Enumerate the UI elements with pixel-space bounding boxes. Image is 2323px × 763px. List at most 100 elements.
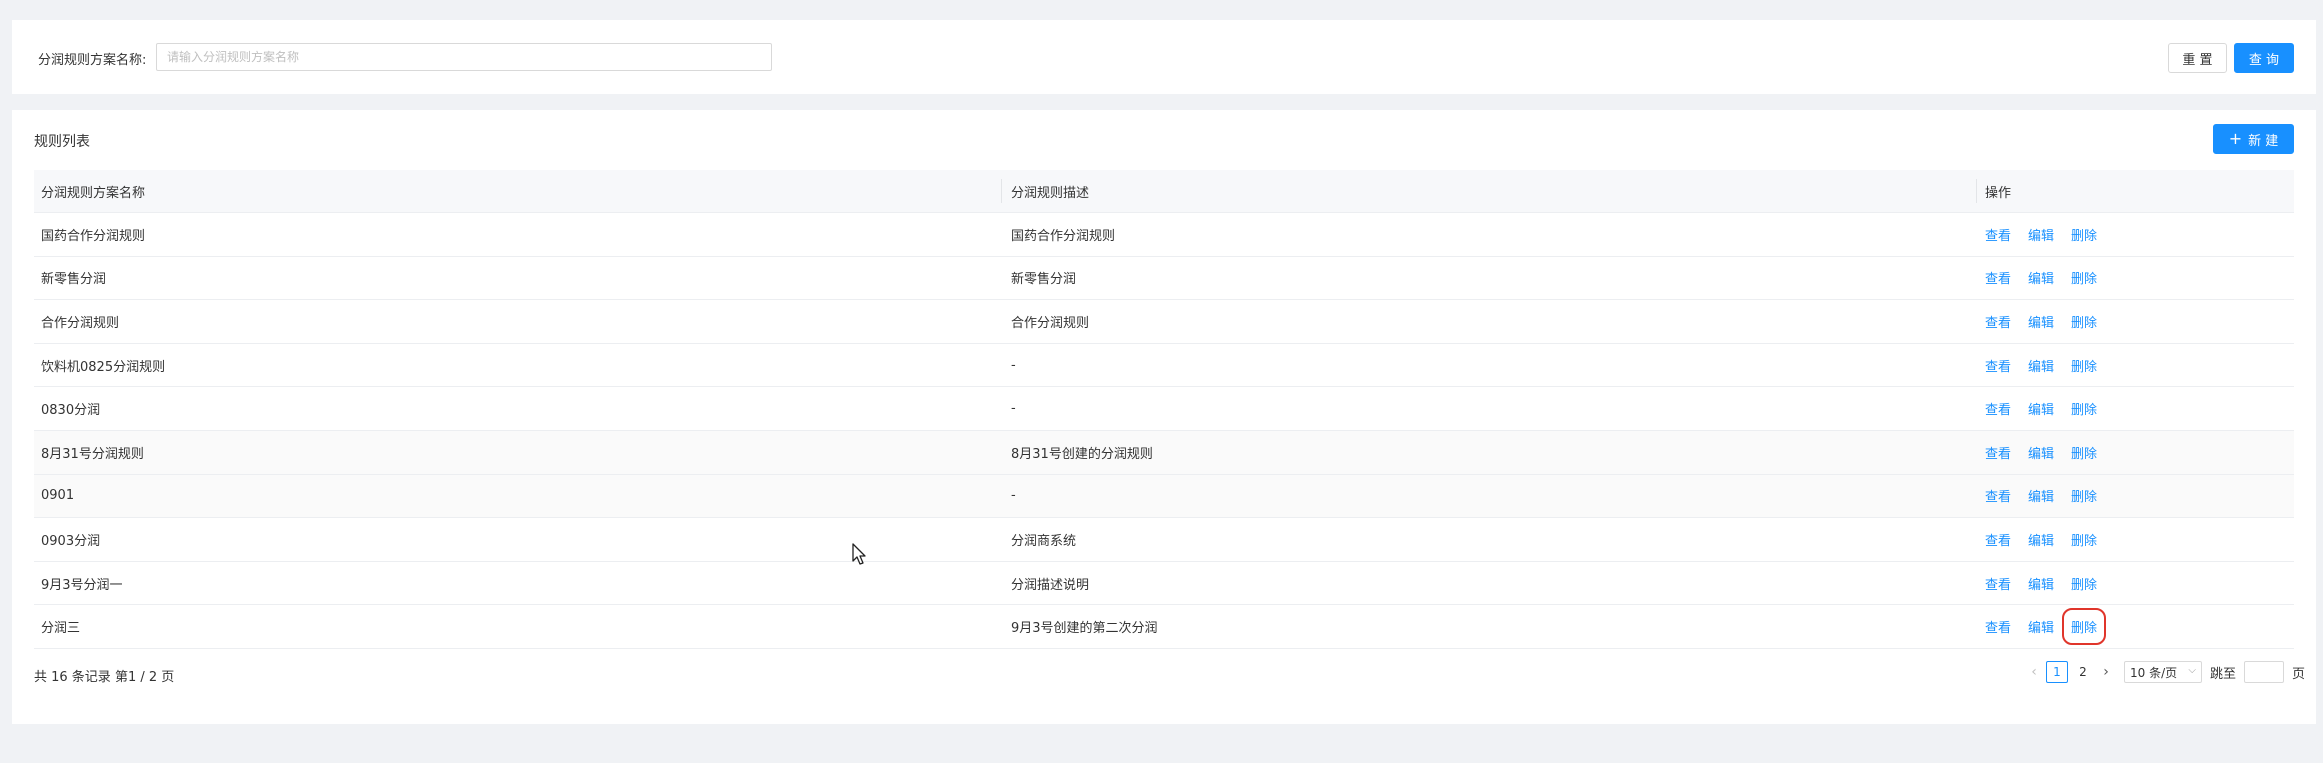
- plus-icon: +: [2228, 129, 2243, 148]
- cell-rule-desc: 9月3号创建的第二次分润: [1011, 621, 1158, 637]
- cell-rule-desc: 分润商系统: [1011, 533, 1077, 549]
- cell-rule-name: 分润三: [41, 621, 81, 637]
- jump-page-input[interactable]: [2244, 661, 2285, 683]
- delete-link[interactable]: 删除: [2071, 443, 2097, 462]
- table-row: 0901 - 查看 编辑 删除: [34, 474, 2294, 519]
- query-button[interactable]: 查 询: [2234, 43, 2294, 73]
- row-actions: 查看 编辑 删除: [1985, 225, 2097, 244]
- cell-rule-name: 0901: [41, 488, 75, 504]
- row-actions: 查看 编辑 删除: [1985, 312, 2097, 331]
- mouse-cursor-icon: [852, 543, 866, 565]
- delete-link[interactable]: 删除: [2071, 356, 2097, 375]
- view-link[interactable]: 查看: [1985, 486, 2011, 505]
- cell-rule-name: 合作分润规则: [41, 315, 120, 331]
- table-row: 国药合作分润规则 国药合作分润规则 查看 编辑 删除: [34, 213, 2294, 257]
- list-title: 规则列表: [34, 134, 90, 150]
- view-link[interactable]: 查看: [1985, 617, 2011, 636]
- edit-link[interactable]: 编辑: [2028, 225, 2054, 244]
- row-actions: 查看 编辑 删除: [1985, 356, 2097, 375]
- delete-link[interactable]: 删除: [2071, 399, 2097, 418]
- cell-rule-desc: 8月31号创建的分润规则: [1011, 446, 1153, 462]
- row-actions: 查看 编辑 删除: [1985, 574, 2097, 593]
- cell-rule-desc: 国药合作分润规则: [1011, 228, 1116, 244]
- new-button-label: 新 建: [2248, 133, 2279, 149]
- cell-rule-name: 饮料机0825分润规则: [41, 359, 166, 375]
- row-actions: 查看 编辑 删除: [1985, 268, 2097, 287]
- view-link[interactable]: 查看: [1985, 356, 2011, 375]
- row-actions: 查看 编辑 删除: [1985, 486, 2097, 505]
- chevron-down-icon: ⌵: [2188, 665, 2196, 676]
- cell-rule-desc: 新零售分润: [1011, 272, 1077, 288]
- column-header-actions: 操作: [1985, 185, 2012, 201]
- table-header: 分润规则方案名称 分润规则描述 操作: [34, 170, 2294, 213]
- table-row: 0903分润 分润商系统 查看 编辑 删除: [34, 518, 2294, 562]
- row-actions: 查看 编辑 删除: [1985, 530, 2097, 549]
- view-link[interactable]: 查看: [1985, 574, 2011, 593]
- table-row: 9月3号分润一 分润描述说明 查看 编辑 删除: [34, 562, 2294, 606]
- page-size-value: 10 条/页: [2130, 665, 2178, 680]
- view-link[interactable]: 查看: [1985, 312, 2011, 331]
- cell-rule-desc: -: [1011, 401, 1016, 417]
- row-actions: 查看 编辑 删除: [1985, 399, 2097, 418]
- next-page-icon[interactable]: ›: [2096, 664, 2116, 680]
- page-1[interactable]: 1: [2046, 661, 2068, 683]
- rule-list-panel: 规则列表 + 新 建 分润规则方案名称 分润规则描述 操作 国药合作分润规则 国药…: [12, 110, 2316, 724]
- view-link[interactable]: 查看: [1985, 399, 2011, 418]
- table-row: 饮料机0825分润规则 - 查看 编辑 删除: [34, 344, 2294, 388]
- table-row: 8月31号分润规则 8月31号创建的分润规则 查看 编辑 删除: [34, 430, 2294, 475]
- cell-rule-name: 0903分润: [41, 533, 101, 549]
- edit-link[interactable]: 编辑: [2028, 486, 2054, 505]
- view-link[interactable]: 查看: [1985, 530, 2011, 549]
- delete-link[interactable]: 删除: [2071, 268, 2097, 287]
- reset-button[interactable]: 重 置: [2168, 43, 2227, 73]
- row-actions: 查看 编辑 删除: [1985, 608, 2107, 646]
- cell-rule-name: 0830分润: [41, 403, 101, 419]
- new-button[interactable]: + 新 建: [2213, 124, 2294, 154]
- view-link[interactable]: 查看: [1985, 443, 2011, 462]
- edit-link[interactable]: 编辑: [2028, 574, 2054, 593]
- rule-table: 分润规则方案名称 分润规则描述 操作 国药合作分润规则 国药合作分润规则 查看 编辑删…: [34, 170, 2294, 649]
- edit-link[interactable]: 编辑: [2028, 356, 2054, 375]
- cell-rule-name: 8月31号分润规则: [41, 446, 144, 462]
- cell-rule-name: 9月3号分润一: [41, 577, 123, 593]
- prev-page-icon[interactable]: ‹: [2024, 664, 2044, 680]
- edit-link[interactable]: 编辑: [2028, 399, 2054, 418]
- pagination: ‹ 1 2 › 10 条/页 ⌵ 跳至 页: [2024, 661, 2313, 683]
- search-panel: 分润规则方案名称: 重 置 查 询: [12, 20, 2316, 94]
- table-body: 国药合作分润规则 国药合作分润规则 查看 编辑 删除 新零售分润 新零售分润 查看 编辑 删除 合作…: [34, 213, 2294, 649]
- edit-link[interactable]: 编辑: [2028, 617, 2054, 636]
- table-row: 合作分润规则 合作分润规则 查看 编辑 删除: [34, 300, 2294, 344]
- search-input[interactable]: [156, 43, 772, 71]
- page-2[interactable]: 2: [2072, 661, 2094, 683]
- delete-link[interactable]: 删除: [2071, 225, 2097, 244]
- edit-link[interactable]: 编辑: [2028, 312, 2054, 331]
- edit-link[interactable]: 编辑: [2028, 530, 2054, 549]
- jump-label: 跳至: [2210, 666, 2237, 682]
- pagination-summary: 共 16 条记录 第1 / 2 页: [34, 670, 175, 685]
- cell-rule-desc: 合作分润规则: [1011, 315, 1090, 331]
- delete-link[interactable]: 删除: [2071, 530, 2097, 549]
- view-link[interactable]: 查看: [1985, 225, 2011, 244]
- table-row: 分润三 9月3号创建的第二次分润 查看 编辑 删除: [34, 605, 2294, 649]
- table-row: 新零售分润 新零售分润 查看 编辑 删除: [34, 257, 2294, 301]
- cell-rule-name: 国药合作分润规则: [41, 228, 146, 244]
- row-actions: 查看 编辑 删除: [1985, 443, 2097, 462]
- column-header-name: 分润规则方案名称: [41, 185, 146, 201]
- cell-rule-name: 新零售分润: [41, 272, 107, 288]
- edit-link[interactable]: 编辑: [2028, 268, 2054, 287]
- search-label: 分润规则方案名称:: [38, 53, 147, 68]
- view-link[interactable]: 查看: [1985, 268, 2011, 287]
- column-header-desc: 分润规则描述: [1011, 185, 1090, 201]
- delete-link[interactable]: 删除: [2062, 608, 2107, 646]
- edit-link[interactable]: 编辑: [2028, 443, 2054, 462]
- delete-link[interactable]: 删除: [2071, 486, 2097, 505]
- page-size-select[interactable]: 10 条/页 ⌵: [2124, 661, 2202, 683]
- cell-rule-desc: 分润描述说明: [1011, 577, 1090, 593]
- page-suffix: 页: [2292, 666, 2306, 682]
- column-divider: [1976, 179, 1977, 203]
- cell-rule-desc: -: [1011, 488, 1016, 504]
- delete-link[interactable]: 删除: [2071, 312, 2097, 331]
- column-divider: [1001, 179, 1002, 203]
- table-row: 0830分润 - 查看 编辑 删除: [34, 387, 2294, 431]
- delete-link[interactable]: 删除: [2071, 574, 2097, 593]
